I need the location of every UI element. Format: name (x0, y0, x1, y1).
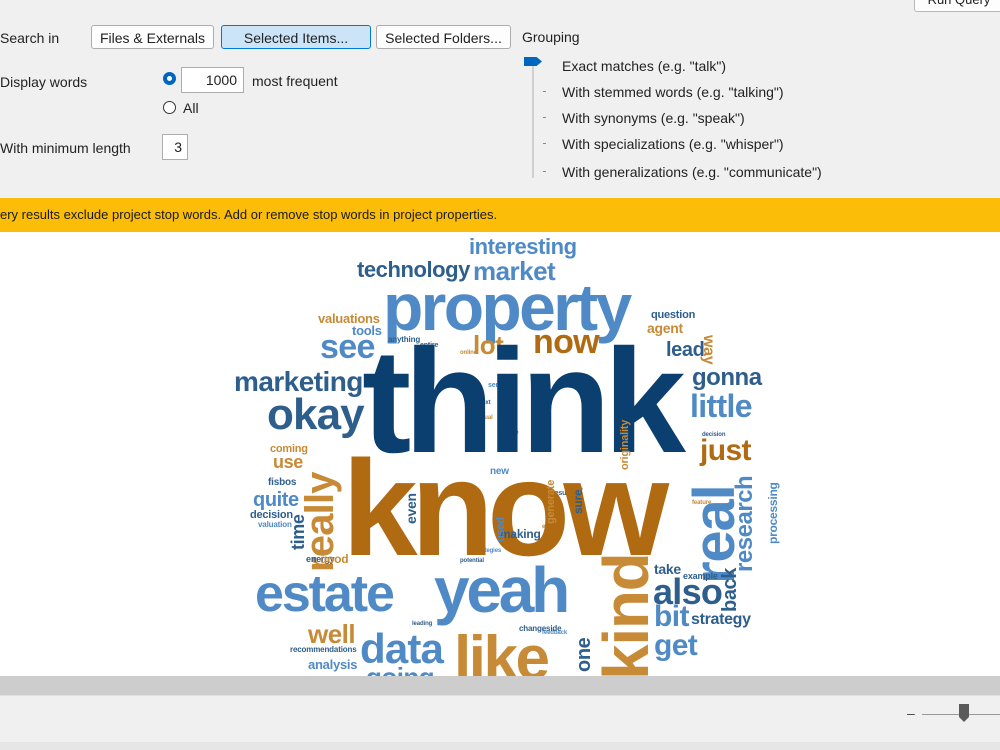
cloud-word: good (320, 552, 349, 566)
cloud-word: sure (571, 489, 585, 514)
cloud-word: even (403, 493, 419, 524)
grouping-tick (543, 117, 546, 118)
grouping-option-stemmed[interactable]: With stemmed words (e.g. "talking") (562, 84, 784, 100)
most-frequent-label: most frequent (252, 73, 338, 89)
search-in-label: Search in (0, 30, 60, 46)
cloud-word: use (273, 452, 303, 472)
cloud-word: quite (253, 489, 299, 511)
cloud-word: generate (545, 479, 557, 524)
cloud-word: originality (619, 419, 631, 470)
files-externals-button[interactable]: Files & Externals (91, 25, 214, 49)
min-length-label: With minimum length (0, 140, 131, 156)
cloud-word: way (700, 335, 717, 365)
all-words-label: All (183, 100, 199, 116)
cloud-word: like (454, 624, 550, 677)
grouping-tick (543, 143, 546, 144)
selected-folders-button[interactable]: Selected Folders... (376, 25, 511, 49)
cloud-word: analysis (308, 657, 358, 672)
cloud-word: okay (267, 390, 365, 439)
status-bar (0, 695, 1000, 743)
grouping-option-synonyms[interactable]: With synonyms (e.g. "speak") (562, 110, 745, 126)
grouping-tick (543, 171, 546, 172)
min-length-input[interactable]: 3 (162, 134, 188, 160)
cloud-word: research (731, 475, 758, 572)
run-query-button[interactable]: Run Query (914, 0, 1000, 12)
cloud-word: get (654, 629, 698, 662)
all-words-radio[interactable] (163, 101, 176, 114)
cloud-word: little (690, 388, 753, 424)
display-count-input[interactable]: 1000 (181, 67, 244, 93)
cloud-word: kind (590, 553, 662, 676)
grouping-option-exact[interactable]: Exact matches (e.g. "talk") (562, 58, 726, 74)
cloud-word: used (495, 517, 507, 542)
cloud-word: gonna (692, 364, 762, 391)
stop-words-banner: ery results exclude project stop words. … (0, 198, 1000, 232)
horizontal-scrollbar[interactable] (0, 676, 1000, 695)
cloud-word: well (308, 619, 356, 649)
cloud-word: just (700, 434, 752, 467)
cloud-word: processing (766, 482, 780, 544)
cloud-word: fisbos (268, 477, 297, 488)
cloud-word: yeah (434, 554, 570, 626)
grouping-slider-track[interactable] (532, 60, 534, 178)
grouping-tick (543, 91, 546, 92)
selected-items-button[interactable]: Selected Items... (221, 25, 371, 49)
cloud-word: new (490, 466, 509, 477)
word-cloud: entire sense context actual maybe result… (0, 232, 1000, 676)
zoom-out-icon[interactable]: – (907, 705, 915, 721)
cloud-word: bit (654, 600, 689, 633)
cloud-word: strategy (691, 611, 751, 628)
cloud-word: recommendations (290, 645, 357, 654)
cloud-word: valuation (258, 520, 292, 529)
cloud-word: interesting (469, 234, 577, 259)
cloud-word: back (719, 568, 741, 612)
most-frequent-radio[interactable] (163, 72, 176, 85)
cloud-word: one (573, 637, 595, 672)
grouping-slider-thumb[interactable] (524, 57, 542, 66)
window-bottom-edge (0, 742, 1000, 750)
grouping-option-specializations[interactable]: With specializations (e.g. "whisper") (562, 136, 784, 152)
grouping-option-generalizations[interactable]: With generalizations (e.g. "communicate"… (562, 164, 822, 180)
top-strip (0, 0, 1000, 10)
cloud-word: time (288, 514, 308, 550)
cloud-word: going (366, 664, 435, 676)
grouping-label: Grouping (522, 29, 580, 45)
cloud-word: estate (255, 565, 395, 623)
display-words-label: Display words (0, 74, 88, 90)
